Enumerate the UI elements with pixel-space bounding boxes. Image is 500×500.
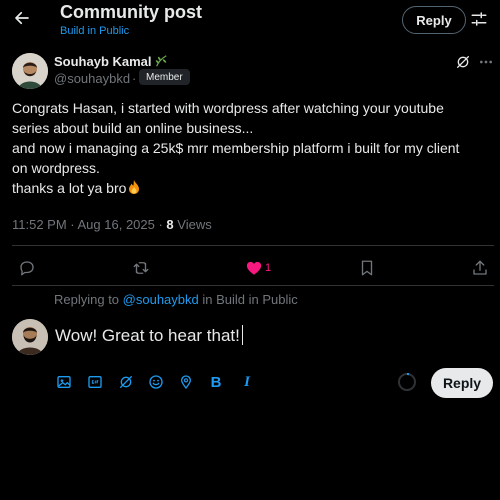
post-line: on wordpress.: [12, 160, 100, 176]
bookmark-icon[interactable]: [357, 258, 377, 278]
reply-bubble-icon[interactable]: [17, 258, 37, 278]
italic-icon[interactable]: I: [237, 372, 257, 392]
post-line: thanks a lot ya bro🔥: [12, 178, 496, 198]
page-title: Community post: [60, 2, 202, 22]
post-meta: 11:52 PM · Aug 16, 2025 · 8 Views: [12, 217, 212, 232]
header-reply-button[interactable]: Reply: [402, 6, 466, 34]
top-bar: Community post Build in Public Reply: [0, 0, 500, 40]
separator-dot: ·: [132, 71, 137, 86]
author-avatar[interactable]: [12, 53, 48, 89]
replying-handle-link[interactable]: @souhaybkd: [123, 292, 199, 307]
views-label: Views: [173, 217, 212, 232]
reply-button[interactable]: Reply: [431, 368, 493, 398]
leaf-icon: [154, 54, 168, 68]
reply-input-text: Wow! Great to hear that!: [55, 326, 240, 345]
text-caret: [241, 325, 243, 345]
gif-icon[interactable]: [85, 372, 105, 392]
back-arrow-icon[interactable]: [8, 4, 36, 32]
post-text: Congrats Hasan, i started with wordpress…: [12, 98, 496, 198]
bold-icon[interactable]: B: [206, 372, 226, 392]
replying-prefix: Replying to: [54, 292, 123, 307]
location-icon[interactable]: [176, 372, 196, 392]
grok-icon[interactable]: [455, 54, 471, 70]
post-timestamp[interactable]: 11:52 PM · Aug 16, 2025 ·: [12, 217, 166, 232]
post-line: and now i managing a 25k$ mrr membership…: [12, 140, 460, 156]
image-icon[interactable]: [54, 372, 74, 392]
views-count: 8: [166, 217, 174, 232]
fire-emoji: 🔥: [126, 180, 142, 196]
heart-icon[interactable]: [244, 258, 264, 278]
reply-input[interactable]: Wow! Great to hear that!: [55, 325, 243, 346]
member-badge: Member: [139, 69, 190, 85]
divider: [12, 285, 494, 286]
repost-icon[interactable]: [131, 258, 151, 278]
character-progress-ring: [397, 372, 417, 392]
community-name-link[interactable]: Build in Public: [60, 25, 129, 37]
user-avatar[interactable]: [12, 319, 48, 355]
tune-icon[interactable]: [468, 8, 490, 30]
more-icon[interactable]: [478, 54, 494, 70]
author-handle[interactable]: @souhaybkd: [54, 71, 130, 86]
share-icon[interactable]: [470, 258, 490, 278]
emoji-icon[interactable]: [146, 372, 166, 392]
grok-icon[interactable]: [116, 372, 136, 392]
post-line: series about build an online business...: [12, 120, 254, 136]
post-line: Congrats Hasan, i started with wordpress…: [12, 100, 444, 116]
divider: [12, 245, 494, 246]
post-line-text: thanks a lot ya bro: [12, 180, 127, 196]
like-count: 1: [265, 262, 272, 274]
author-name[interactable]: Souhayb Kamal: [54, 54, 152, 69]
replying-to: Replying to @souhaybkd in Build in Publi…: [54, 292, 298, 307]
replying-suffix: in Build in Public: [198, 292, 298, 307]
